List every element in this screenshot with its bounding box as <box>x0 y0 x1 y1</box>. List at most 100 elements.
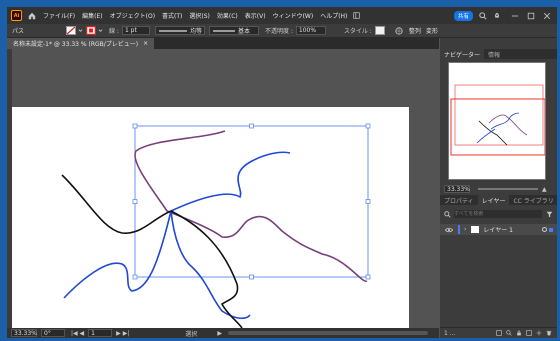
brush-label: 基本 <box>237 28 250 35</box>
layer-target-circle[interactable] <box>542 227 547 232</box>
document-tab-bar: 名称未設定-1* @ 33.33 % (RGB/プレビュー) × <box>7 38 439 49</box>
eye-icon[interactable] <box>445 227 453 233</box>
maximize-icon[interactable] <box>527 12 535 20</box>
blue-path-left[interactable] <box>63 210 172 299</box>
home-icon[interactable] <box>28 12 36 20</box>
selection-handle[interactable] <box>365 274 371 280</box>
tab-navigator[interactable]: ナビゲーター <box>440 49 485 59</box>
zoom-in-icon[interactable]: ▲ <box>542 186 547 193</box>
opacity-label: 不透明度 : <box>264 28 293 35</box>
search-icon[interactable] <box>506 330 512 336</box>
transform-button[interactable]: 変形 <box>426 26 438 35</box>
selection-handle[interactable] <box>365 123 371 129</box>
chevron-down-icon[interactable] <box>78 28 83 33</box>
artboard-nav-prev[interactable]: |◀ ◀ <box>71 330 84 337</box>
minimize-icon[interactable] <box>511 12 519 20</box>
profile-label: 均等 <box>189 28 202 35</box>
brush-definition[interactable]: 基本 <box>208 26 259 35</box>
selection-handle[interactable] <box>249 274 254 280</box>
navigator-preview[interactable] <box>448 62 546 180</box>
close-icon[interactable] <box>543 12 551 20</box>
layer-search-row <box>444 209 553 219</box>
chevron-down-icon[interactable] <box>98 28 103 33</box>
stroke-swatch-icon[interactable] <box>66 26 77 35</box>
new-layer-icon[interactable] <box>536 330 542 336</box>
selection-handle[interactable] <box>365 199 371 204</box>
blue-path-upper[interactable] <box>170 151 291 212</box>
stroke-weight-field[interactable]: 1 pt <box>121 26 150 35</box>
search-icon[interactable] <box>479 11 487 20</box>
menu-effect[interactable]: 効果(C) <box>217 11 238 20</box>
lock-icon[interactable] <box>516 330 522 336</box>
graphic-style-swatch-icon[interactable] <box>374 26 385 35</box>
opacity-field[interactable]: 100% <box>295 26 326 35</box>
blue-path-lower[interactable] <box>170 210 251 320</box>
zoom-field[interactable]: 33.33% <box>11 329 37 337</box>
variable-width-profile[interactable]: 均等 <box>154 26 205 35</box>
layers-footer: 1 ... <box>440 327 557 338</box>
selection-type-label: パス <box>12 28 25 35</box>
navigator-black-path <box>478 120 508 146</box>
align-button[interactable]: 整列 <box>409 26 421 35</box>
share-button[interactable]: 共有 <box>453 10 473 21</box>
selection-handle[interactable] <box>132 199 138 204</box>
search-icon <box>444 210 451 218</box>
rotation-field[interactable]: 0° <box>41 329 65 337</box>
menu-window[interactable]: ウィンドウ(W) <box>273 11 314 20</box>
menu-edit[interactable]: 編集(E) <box>82 11 102 20</box>
trash-icon[interactable] <box>546 330 552 336</box>
layout-icon[interactable] <box>353 12 361 19</box>
menu-select[interactable]: 選択(S) <box>189 11 210 20</box>
layer-name[interactable]: レイヤー 1 <box>483 225 513 234</box>
purple-path[interactable] <box>134 130 368 282</box>
rocket-icon[interactable] <box>493 12 501 20</box>
black-path[interactable] <box>61 174 243 328</box>
document-tab-close-button[interactable]: × <box>143 40 148 47</box>
status-bar: 33.33% 0° |◀ ◀ 1 ▶ ▶| 選択 ▶ <box>7 328 439 338</box>
illustrator-window: Ai ファイル(F) 編集(E) オブジェクト(O) 書式(T) 選択(S) 効… <box>7 7 557 338</box>
current-tool-label: 選択 <box>185 330 198 338</box>
style-label: スタイル : <box>343 28 372 35</box>
filter-icon[interactable] <box>546 211 553 218</box>
artboard-nav-next[interactable]: ▶ ▶| <box>116 330 129 337</box>
layer-selection-square[interactable] <box>549 227 553 232</box>
menu-object[interactable]: オブジェクト(O) <box>110 11 155 20</box>
layer-thumbnail <box>471 226 480 233</box>
layer-expand-arrow[interactable]: › <box>464 226 466 233</box>
menu-type[interactable]: 書式(T) <box>162 11 182 20</box>
tab-properties[interactable]: プロパティ <box>440 196 478 205</box>
globe-icon[interactable] <box>395 26 403 35</box>
artwork-paths[interactable] <box>12 49 439 328</box>
tab-layers[interactable]: レイヤー <box>477 195 510 205</box>
artboard-number-field[interactable]: 1 <box>88 329 113 337</box>
app-logo: Ai <box>11 10 22 21</box>
new-sublayer-icon[interactable] <box>526 330 532 336</box>
status-menu-arrow[interactable]: ▶ <box>217 330 222 337</box>
document-tab-label: 名称未設定-1* @ 33.33 % (RGB/プレビュー) <box>13 41 139 48</box>
menu-view[interactable]: 表示(V) <box>245 11 266 20</box>
navigator-blue-path-left <box>476 128 496 144</box>
selection-bounding-box <box>134 125 369 278</box>
menu-bar: Ai ファイル(F) 編集(E) オブジェクト(O) 書式(T) 選択(S) 効… <box>7 7 557 24</box>
layer-row[interactable]: › レイヤー 1 <box>440 224 557 235</box>
selection-handle[interactable] <box>249 123 254 129</box>
fill-swatch-icon[interactable] <box>86 26 97 35</box>
export-icon[interactable] <box>496 330 502 336</box>
horizontal-scrollbar[interactable] <box>227 331 428 335</box>
menu-file[interactable]: ファイル(F) <box>43 11 75 20</box>
navigator-zoom-slider[interactable] <box>478 188 538 190</box>
document-tab[interactable]: 名称未設定-1* @ 33.33 % (RGB/プレビュー) × <box>7 38 155 49</box>
navigator-purple-path <box>488 114 528 136</box>
navigator-artboard-outline <box>454 84 544 146</box>
selection-handle[interactable] <box>132 274 138 280</box>
navigator-zoom-field[interactable]: 33.33% <box>444 185 470 193</box>
canvas-area[interactable] <box>12 49 439 328</box>
layer-search-input[interactable] <box>454 210 542 218</box>
menu-help[interactable]: ヘルプ(H) <box>320 11 347 20</box>
tab-info[interactable]: 情報 <box>484 50 504 59</box>
selection-handle[interactable] <box>132 123 138 129</box>
layers-tabs: プロパティ レイヤー CC ライブラリ <box>440 195 557 205</box>
navigator-view-box <box>450 98 545 156</box>
navigator-tabs: ナビゲーター 情報 <box>440 49 557 59</box>
tab-cc-libraries[interactable]: CC ライブラリ <box>509 196 557 205</box>
